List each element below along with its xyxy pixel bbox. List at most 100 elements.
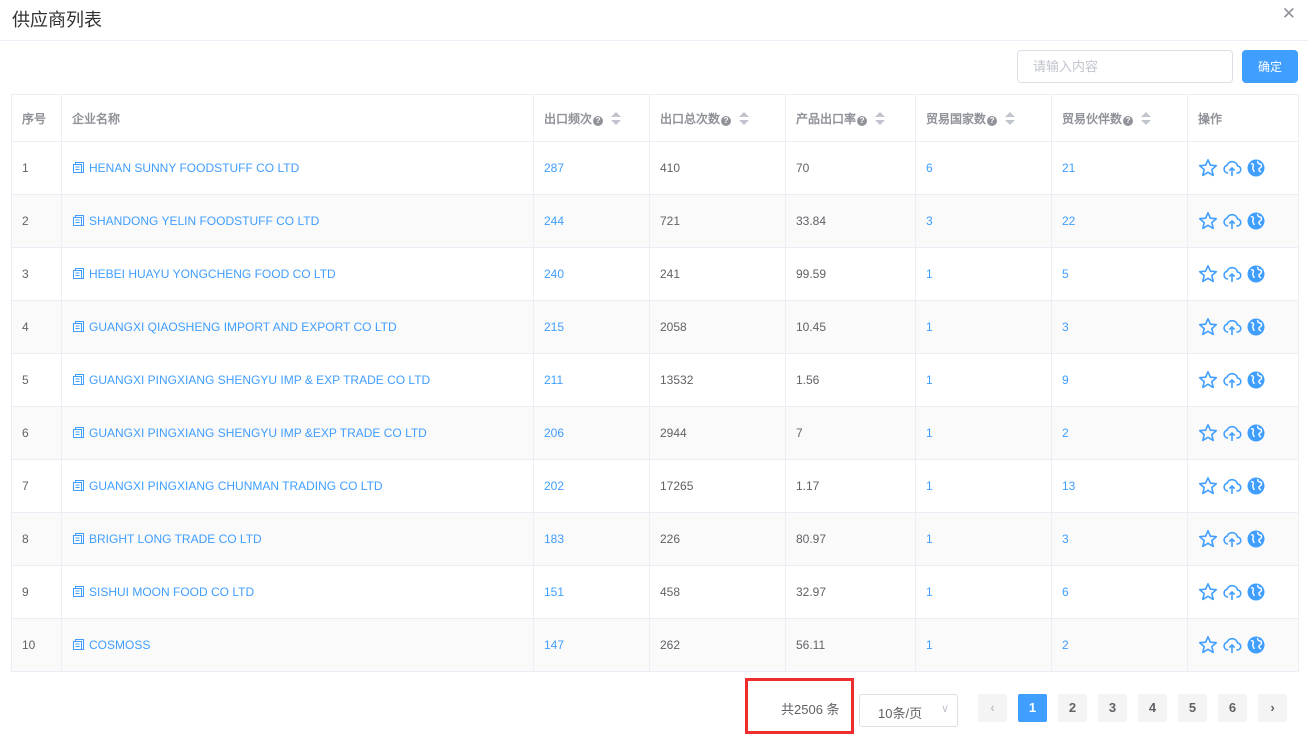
cloud-upload-icon[interactable] xyxy=(1222,264,1242,284)
search-input[interactable] xyxy=(1017,50,1233,83)
cloud-upload-icon[interactable] xyxy=(1222,423,1242,443)
cloud-upload-icon[interactable] xyxy=(1222,582,1242,602)
export-freq-link[interactable]: 287 xyxy=(544,161,564,175)
cell-export-rate: 56.11 xyxy=(785,618,916,672)
table-row: 7 GUANGXI PINGXIANG CHUNMAN TRADING CO LT… xyxy=(11,459,1299,513)
star-icon[interactable] xyxy=(1198,582,1218,602)
globe-icon[interactable] xyxy=(1246,158,1266,178)
globe-icon[interactable] xyxy=(1246,264,1266,284)
company-link[interactable]: GUANGXI PINGXIANG SHENGYU IMP &EXP TRADE… xyxy=(72,426,427,440)
partners-link[interactable]: 22 xyxy=(1062,214,1075,228)
sort-icon[interactable] xyxy=(1005,111,1016,126)
company-link[interactable]: GUANGXI PINGXIANG SHENGYU IMP & EXP TRAD… xyxy=(72,373,430,387)
sort-icon[interactable] xyxy=(739,111,750,126)
star-icon[interactable] xyxy=(1198,317,1218,337)
export-freq-link[interactable]: 202 xyxy=(544,479,564,493)
globe-icon[interactable] xyxy=(1246,476,1266,496)
star-icon[interactable] xyxy=(1198,635,1218,655)
export-freq-link[interactable]: 151 xyxy=(544,585,564,599)
page-size-select[interactable]: 10条/页 ∨ xyxy=(859,694,958,727)
sort-icon[interactable] xyxy=(1141,111,1152,126)
company-link[interactable]: HENAN SUNNY FOODSTUFF CO LTD xyxy=(72,161,299,175)
help-icon[interactable]: ? xyxy=(1123,115,1134,126)
help-icon[interactable]: ? xyxy=(987,115,998,126)
help-icon[interactable]: ? xyxy=(593,115,604,126)
partners-link[interactable]: 13 xyxy=(1062,479,1075,493)
star-icon[interactable] xyxy=(1198,529,1218,549)
export-freq-link[interactable]: 147 xyxy=(544,638,564,652)
page-button-6[interactable]: 6 xyxy=(1218,694,1247,722)
globe-icon[interactable] xyxy=(1246,423,1266,443)
star-icon[interactable] xyxy=(1198,158,1218,178)
cloud-upload-icon[interactable] xyxy=(1222,317,1242,337)
cloud-upload-icon[interactable] xyxy=(1222,158,1242,178)
sort-icon[interactable] xyxy=(611,111,622,126)
cell-index: 9 xyxy=(11,565,62,619)
partners-link[interactable]: 9 xyxy=(1062,373,1069,387)
cloud-upload-icon[interactable] xyxy=(1222,476,1242,496)
page-button-4[interactable]: 4 xyxy=(1138,694,1167,722)
star-icon[interactable] xyxy=(1198,264,1218,284)
globe-icon[interactable] xyxy=(1246,370,1266,390)
export-freq-link[interactable]: 215 xyxy=(544,320,564,334)
partners-link[interactable]: 6 xyxy=(1062,585,1069,599)
cloud-upload-icon[interactable] xyxy=(1222,529,1242,549)
export-freq-link[interactable]: 206 xyxy=(544,426,564,440)
export-total-value: 2058 xyxy=(660,320,687,334)
company-link[interactable]: COSMOSS xyxy=(72,638,150,652)
countries-link[interactable]: 1 xyxy=(926,373,933,387)
globe-icon[interactable] xyxy=(1246,635,1266,655)
countries-link[interactable]: 1 xyxy=(926,479,933,493)
company-link[interactable]: GUANGXI PINGXIANG CHUNMAN TRADING CO LTD xyxy=(72,479,383,493)
globe-icon[interactable] xyxy=(1246,317,1266,337)
company-link[interactable]: HEBEI HUAYU YONGCHENG FOOD CO LTD xyxy=(72,267,336,281)
export-freq-link[interactable]: 211 xyxy=(544,373,563,387)
cell-partners: 3 xyxy=(1051,512,1188,566)
countries-link[interactable]: 1 xyxy=(926,320,933,334)
partners-link[interactable]: 5 xyxy=(1062,267,1069,281)
cloud-upload-icon[interactable] xyxy=(1222,211,1242,231)
page-button-3[interactable]: 3 xyxy=(1098,694,1127,722)
close-icon[interactable]: ✕ xyxy=(1282,4,1296,24)
export-freq-link[interactable]: 240 xyxy=(544,267,564,281)
cloud-upload-icon[interactable] xyxy=(1222,635,1242,655)
globe-icon[interactable] xyxy=(1246,529,1266,549)
cell-export-rate: 70 xyxy=(785,141,916,195)
countries-link[interactable]: 1 xyxy=(926,267,933,281)
page-button-2[interactable]: 2 xyxy=(1058,694,1087,722)
company-link[interactable]: SISHUI MOON FOOD CO LTD xyxy=(72,585,254,599)
partners-link[interactable]: 21 xyxy=(1062,161,1075,175)
help-icon[interactable]: ? xyxy=(721,115,732,126)
sort-icon[interactable] xyxy=(875,111,886,126)
page-button-1[interactable]: 1 xyxy=(1018,694,1047,722)
help-icon[interactable]: ? xyxy=(857,115,868,126)
company-link[interactable]: BRIGHT LONG TRADE CO LTD xyxy=(72,532,262,546)
star-icon[interactable] xyxy=(1198,476,1218,496)
partners-link[interactable]: 3 xyxy=(1062,320,1069,334)
export-freq-link[interactable]: 244 xyxy=(544,214,564,228)
countries-link[interactable]: 1 xyxy=(926,426,933,440)
chevron-left-icon: ‹ xyxy=(990,700,995,715)
countries-link[interactable]: 3 xyxy=(926,214,933,228)
next-page-button[interactable]: › xyxy=(1258,694,1287,722)
partners-link[interactable]: 2 xyxy=(1062,426,1069,440)
globe-icon[interactable] xyxy=(1246,211,1266,231)
confirm-button[interactable]: 确定 xyxy=(1242,50,1298,83)
cloud-upload-icon[interactable] xyxy=(1222,370,1242,390)
company-link[interactable]: SHANDONG YELIN FOODSTUFF CO LTD xyxy=(72,214,319,228)
countries-link[interactable]: 1 xyxy=(926,638,933,652)
countries-link[interactable]: 1 xyxy=(926,585,933,599)
countries-link[interactable]: 1 xyxy=(926,532,933,546)
page-button-5[interactable]: 5 xyxy=(1178,694,1207,722)
partners-link[interactable]: 3 xyxy=(1062,532,1069,546)
star-icon[interactable] xyxy=(1198,423,1218,443)
prev-page-button[interactable]: ‹ xyxy=(978,694,1007,722)
star-icon[interactable] xyxy=(1198,211,1218,231)
countries-link[interactable]: 6 xyxy=(926,161,933,175)
partners-link[interactable]: 2 xyxy=(1062,638,1069,652)
company-link[interactable]: GUANGXI QIAOSHENG IMPORT AND EXPORT CO L… xyxy=(72,320,397,334)
export-freq-link[interactable]: 183 xyxy=(544,532,564,546)
globe-icon[interactable] xyxy=(1246,582,1266,602)
row-index: 9 xyxy=(22,585,29,599)
star-icon[interactable] xyxy=(1198,370,1218,390)
